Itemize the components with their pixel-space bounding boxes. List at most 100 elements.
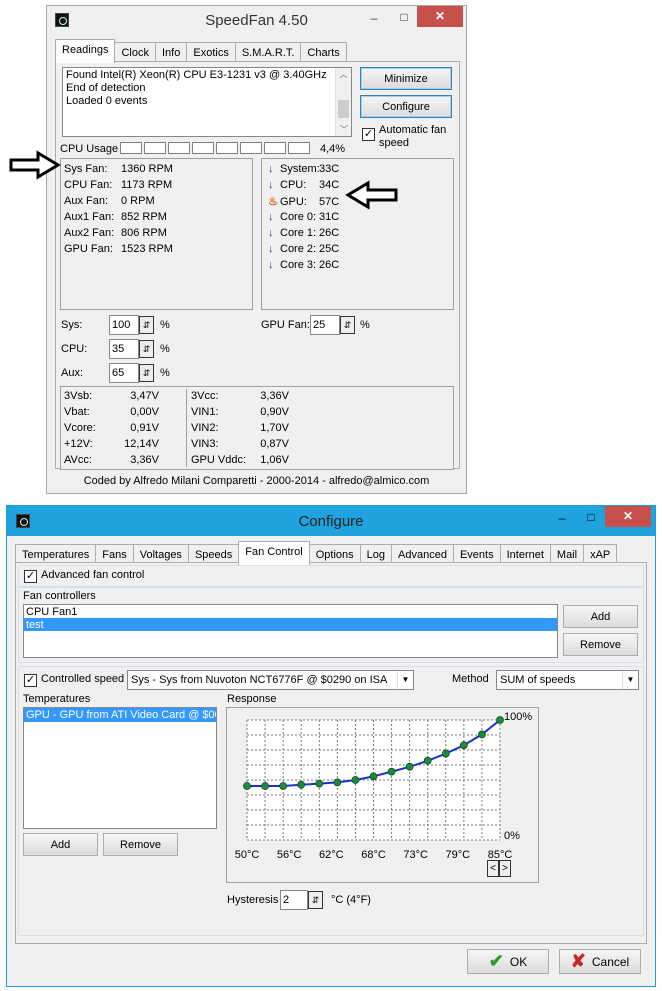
gpu-fan-spinner[interactable]: ⇵ (340, 316, 355, 334)
controlled-speed-select[interactable]: Sys - Sys from Nuvoton NCT6776F @ $0290 … (127, 670, 414, 690)
speed-input[interactable]: 100 (109, 315, 139, 335)
response-point[interactable] (459, 741, 468, 750)
maximize-window-button[interactable]: □ (393, 9, 415, 25)
response-point[interactable] (315, 779, 324, 788)
response-point[interactable] (387, 767, 396, 776)
speed-input[interactable]: 65 (109, 363, 139, 383)
response-point[interactable] (243, 782, 251, 790)
temp-reading: ↓ CPU: 34C (268, 179, 339, 191)
voltage-value: 0,90V (260, 406, 289, 418)
automatic-fan-speed-checkbox[interactable]: ✓ (362, 128, 375, 141)
log-box[interactable]: Found Intel(R) Xeon(R) CPU E3-1231 v3 @ … (62, 67, 352, 137)
tab-clock[interactable]: Clock (114, 42, 156, 62)
response-point[interactable] (496, 716, 504, 724)
tab-exotics[interactable]: Exotics (186, 42, 236, 62)
fan-controllers-list[interactable]: CPU Fan1 test (23, 604, 558, 658)
scroll-up-icon[interactable]: ︿ (336, 68, 351, 81)
chevron-down-icon[interactable]: ▼ (397, 671, 413, 689)
response-point[interactable] (297, 780, 306, 789)
temperatures-list[interactable]: GPU - GPU from ATI Video Card @ $000 (23, 707, 217, 829)
response-point[interactable] (405, 762, 414, 771)
x-tick-label: 50°C (235, 849, 260, 861)
speed-spinner[interactable]: ⇵ (139, 340, 154, 358)
scroll-down-icon[interactable]: ﹀ (336, 123, 352, 136)
minimize-button[interactable]: Minimize (360, 67, 452, 90)
response-point[interactable] (351, 776, 360, 784)
voltage-value: 12,14V (124, 438, 159, 450)
list-item[interactable]: CPU Fan1 (24, 605, 557, 618)
tab-mail[interactable]: Mail (549, 544, 585, 564)
response-chart[interactable]: 50°C 56°C 62°C 68°C 73°C 79°C 85°C (227, 708, 538, 882)
log-scrollbar[interactable]: ︿ ﹀ (335, 68, 351, 136)
response-point[interactable] (423, 756, 432, 765)
tab-options[interactable]: Options (308, 544, 361, 564)
method-select[interactable]: SUM of speeds ▼ (496, 670, 639, 690)
speedfan-footer: Coded by Alfredo Milani Comparetti - 200… (83, 475, 430, 487)
tab-internet[interactable]: Internet (499, 544, 551, 564)
response-point[interactable] (261, 782, 269, 790)
tab-log[interactable]: Log (359, 544, 393, 564)
response-point[interactable] (478, 730, 486, 739)
response-point[interactable] (369, 772, 378, 781)
temp-label: Core 1: (280, 227, 317, 239)
tab-speeds[interactable]: Speeds (187, 544, 240, 564)
log-line: End of detection (66, 82, 146, 94)
remove-controller-button[interactable]: Remove (563, 633, 638, 656)
scroll-thumb[interactable] (338, 100, 349, 118)
configure-titlebar[interactable]: Configure – □ ✕ (7, 506, 655, 536)
down-arrow-icon: ↓ (268, 243, 274, 255)
voltage-label: 3Vcc: (191, 390, 219, 402)
tab-voltages[interactable]: Voltages (132, 544, 189, 564)
response-point[interactable] (279, 782, 288, 790)
temp-label: Core 3: (280, 259, 317, 271)
readings-panel: Found Intel(R) Xeon(R) CPU E3-1231 v3 @ … (55, 61, 460, 470)
speed-input[interactable]: 35 (109, 339, 139, 359)
configure-close-button[interactable]: ✕ (605, 506, 651, 527)
tab-readings[interactable]: Readings (55, 39, 116, 63)
tab-advanced[interactable]: Advanced (391, 544, 454, 564)
add-controller-button[interactable]: Add (563, 605, 638, 628)
configure-maximize-button[interactable]: □ (580, 509, 602, 525)
voltage-label: VIN1: (191, 406, 219, 418)
ok-label: OK (509, 954, 528, 969)
remove-temperature-button[interactable]: Remove (103, 833, 178, 856)
response-chart-frame: 50°C 56°C 62°C 68°C 73°C 79°C 85°C 100% 0% < > (226, 707, 539, 883)
tab-temperatures[interactable]: Temperatures (15, 544, 97, 564)
speed-spinner[interactable]: ⇵ (139, 364, 154, 382)
fan-reading: CPU Fan: 1173 RPM (64, 179, 172, 191)
list-item-selected[interactable]: test (24, 618, 557, 631)
minimize-window-button[interactable]: – (363, 10, 385, 26)
right-arrow-icon (9, 150, 61, 180)
chart-scroll-left-button[interactable]: < (487, 860, 499, 877)
response-point[interactable] (441, 749, 450, 758)
tab-fans[interactable]: Fans (95, 544, 134, 564)
configure-button[interactable]: Configure (360, 95, 452, 118)
controlled-speed-checkbox[interactable]: ✓ (24, 674, 37, 687)
tab-s-m-a-r-t[interactable]: S.M.A.R.T. (234, 42, 302, 62)
tab-charts[interactable]: Charts (300, 42, 347, 62)
tab-events[interactable]: Events (452, 544, 501, 564)
fan-value: 1360 RPM (121, 163, 173, 175)
configure-minimize-button[interactable]: – (551, 510, 573, 526)
response-point[interactable] (333, 778, 342, 787)
ok-button[interactable]: ✔ OK (467, 949, 549, 974)
gpu-fan-speed-input[interactable]: 25 (310, 315, 340, 335)
method-label: Method (452, 673, 489, 685)
close-window-button[interactable]: ✕ (417, 6, 463, 27)
down-arrow-icon: ↓ (268, 179, 274, 191)
list-item-selected[interactable]: GPU - GPU from ATI Video Card @ $000 (24, 708, 216, 722)
cancel-button[interactable]: ✘ Cancel (559, 949, 641, 974)
chart-scroll-right-button[interactable]: > (499, 860, 511, 877)
speed-spinner[interactable]: ⇵ (139, 316, 154, 334)
chevron-down-icon[interactable]: ▼ (622, 671, 638, 689)
add-temperature-button[interactable]: Add (23, 833, 98, 856)
hysteresis-spinner[interactable]: ⇵ (308, 891, 323, 909)
fan-value: 1173 RPM (121, 179, 173, 191)
advanced-fan-control-checkbox[interactable]: ✓ (24, 570, 37, 583)
tab-fan-control[interactable]: Fan Control (238, 541, 310, 565)
hysteresis-input[interactable]: 2 (280, 890, 308, 910)
speedfan-titlebar[interactable]: SpeedFan 4.50 – □ ✕ (47, 6, 466, 36)
tab-xap[interactable]: xAP (583, 544, 618, 564)
chart-min-label: 0% (504, 830, 520, 842)
tab-info[interactable]: Info (155, 42, 188, 62)
